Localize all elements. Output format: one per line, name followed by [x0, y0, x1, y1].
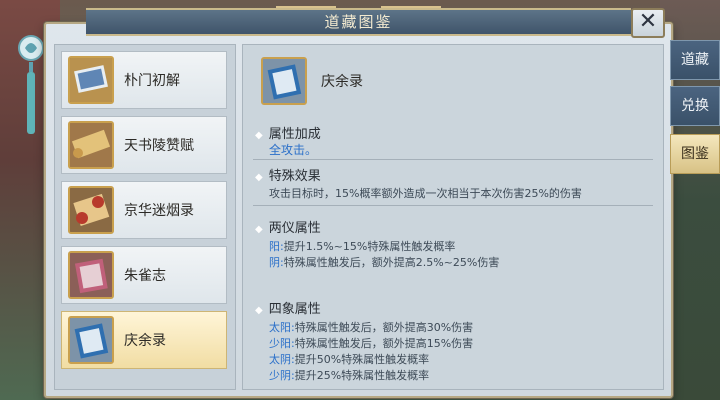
diamond-bullet-icon: ◆: [255, 130, 263, 141]
attr-line: 全攻击。: [269, 143, 318, 157]
tab-codex[interactable]: 图鉴: [670, 134, 720, 174]
list-item-pumen[interactable]: 朴门初解: [61, 51, 227, 109]
section-title-sixiang: ◆ 四象属性: [255, 302, 321, 317]
tab-exchange[interactable]: 兑换: [670, 86, 720, 126]
section-title-special: ◆ 特殊效果: [255, 169, 321, 184]
unrolled-scroll-icon: [68, 121, 114, 169]
tome-icon: [68, 251, 114, 299]
liangyi-row: 阳:提升1.5%~15%特殊属性触发概率: [269, 240, 456, 253]
blue-book-icon: [261, 57, 307, 105]
diamond-bullet-icon: ◆: [255, 172, 263, 183]
section-title-liangyi: ◆ 两仪属性: [255, 221, 321, 236]
list-item-label: 天书陵赞赋: [124, 138, 194, 154]
divider: [253, 205, 653, 206]
section-title-attr: ◆ 属性加成: [255, 127, 321, 142]
close-button[interactable]: ✕: [631, 8, 665, 38]
special-line: 攻击目标时，15%概率额外造成一次相当于本次伤害25%的伤害: [269, 187, 582, 200]
sixiang-row: 少阴:提升25%特殊属性触发概率: [269, 369, 430, 382]
sixiang-row: 少阳:特殊属性触发后，额外提高15%伤害: [269, 337, 474, 350]
detail-panel: 庆余录 ◆ 属性加成 全攻击。 ◆ 特殊效果 攻击目标时，15%概率额外造成一次相当…: [242, 44, 664, 390]
sixiang-row: 太阴:提升50%特殊属性触发概率: [269, 353, 430, 366]
diamond-bullet-icon: ◆: [255, 224, 263, 235]
jade-pendant-icon: [16, 30, 46, 140]
liangyi-row: 阴:特殊属性触发后，额外提高2.5%~25%伤害: [269, 256, 500, 269]
title-bar: 道藏图鉴: [46, 4, 671, 36]
list-item-jinghua[interactable]: 京华迷烟录: [61, 181, 227, 239]
list-item-label: 庆余录: [124, 333, 166, 349]
list-item-tianshuling[interactable]: 天书陵赞赋: [61, 116, 227, 174]
list-item-label: 朴门初解: [124, 73, 180, 89]
list-item-zhuque[interactable]: 朱雀志: [61, 246, 227, 304]
list-item-label: 京华迷烟录: [124, 203, 194, 219]
window-title: 道藏图鉴: [324, 13, 393, 31]
scroll-book-icon: [68, 56, 114, 104]
sixiang-row: 太阳:特殊属性触发后，额外提高30%伤害: [269, 321, 474, 334]
list-item-qingyu[interactable]: 庆余录: [61, 311, 227, 369]
red-scroll-icon: [68, 186, 114, 234]
codex-window: 道藏图鉴 ✕ 朴门初解 天书陵赞赋 京华迷烟录 朱雀志 庆余录 庆余录 ◆ 属性…: [44, 6, 673, 398]
tab-daozang[interactable]: 道藏: [670, 40, 720, 80]
detail-title: 庆余录: [321, 74, 363, 90]
detail-header: 庆余录: [243, 45, 663, 105]
close-icon: ✕: [638, 9, 658, 34]
blue-book-icon: [68, 316, 114, 364]
book-list: 朴门初解 天书陵赞赋 京华迷烟录 朱雀志 庆余录: [54, 44, 236, 390]
divider: [253, 159, 653, 160]
list-item-label: 朱雀志: [124, 268, 166, 284]
diamond-bullet-icon: ◆: [255, 305, 263, 316]
